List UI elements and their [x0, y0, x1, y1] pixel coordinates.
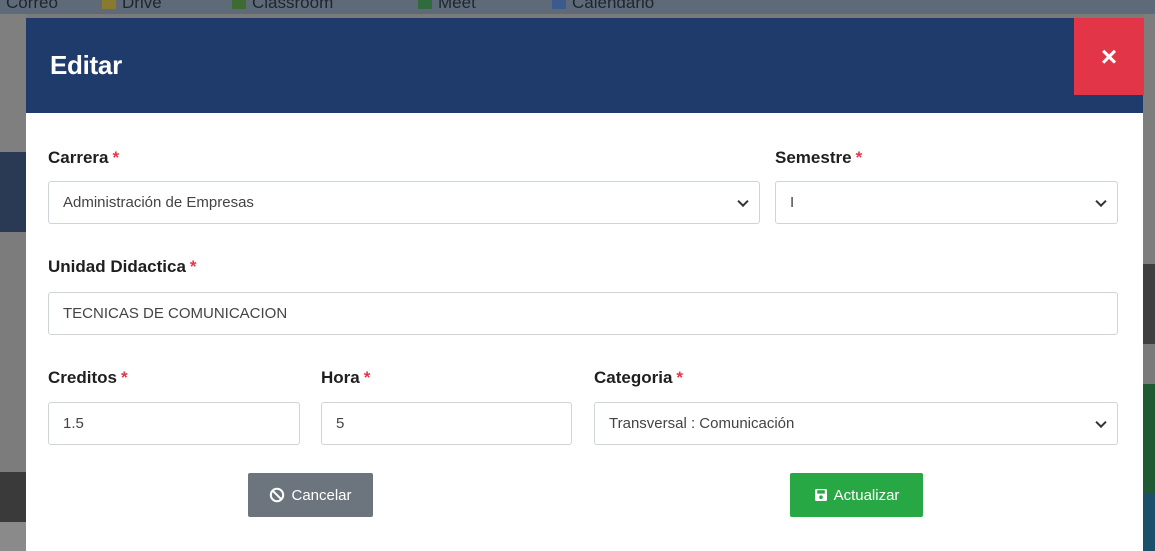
required-mark: *: [120, 368, 128, 387]
background-page-right: [1143, 14, 1155, 551]
bookmark-classroom[interactable]: Classroom: [232, 0, 333, 13]
semestre-label: Semestre *: [775, 148, 863, 167]
drive-icon: [102, 0, 116, 9]
bookmark-drive[interactable]: Drive: [102, 0, 162, 13]
required-mark: *: [112, 148, 120, 167]
bookmark-calendario[interactable]: Calendario: [552, 0, 654, 13]
required-mark: *: [363, 368, 371, 387]
unidad-label: Unidad Didactica *: [48, 257, 197, 276]
creditos-label: Creditos *: [48, 368, 128, 387]
categoria-select[interactable]: Transversal : Comunicación: [594, 402, 1118, 445]
cancel-button[interactable]: Cancelar: [248, 473, 373, 517]
bookmark-meet[interactable]: Meet: [418, 0, 476, 13]
semestre-select[interactable]: I: [775, 181, 1118, 224]
hora-label: Hora *: [321, 368, 371, 387]
save-icon: [814, 489, 827, 501]
required-mark: *: [189, 257, 197, 276]
creditos-input[interactable]: 1.5: [48, 402, 300, 445]
chevron-down-icon: [737, 195, 749, 207]
unidad-input[interactable]: TECNICAS DE COMUNICACION: [48, 292, 1118, 335]
bookmark-correo[interactable]: Correo: [6, 0, 58, 13]
chevron-down-icon: [1095, 416, 1107, 428]
meet-icon: [418, 0, 432, 9]
edit-modal: Editar × Carrera * Administración de Empr…: [26, 18, 1144, 551]
modal-header: Editar: [26, 18, 1143, 113]
background-page-left: [0, 14, 26, 551]
carrera-select[interactable]: Administración de Empresas: [48, 181, 760, 224]
bookmarks-bar: Correo Drive Classroom Meet Calendario: [0, 0, 1155, 14]
required-mark: *: [676, 368, 684, 387]
chevron-down-icon: [1095, 195, 1107, 207]
close-button[interactable]: ×: [1074, 18, 1144, 95]
calendar-icon: [552, 0, 566, 9]
carrera-label: Carrera *: [48, 148, 120, 167]
required-mark: *: [855, 148, 863, 167]
modal-title: Editar: [50, 50, 122, 80]
categoria-label: Categoria *: [594, 368, 684, 387]
update-button[interactable]: Actualizar: [790, 473, 923, 517]
classroom-icon: [232, 0, 246, 9]
close-icon: ×: [1100, 40, 1118, 72]
ban-icon: [270, 487, 285, 503]
hora-input[interactable]: 5: [321, 402, 572, 445]
